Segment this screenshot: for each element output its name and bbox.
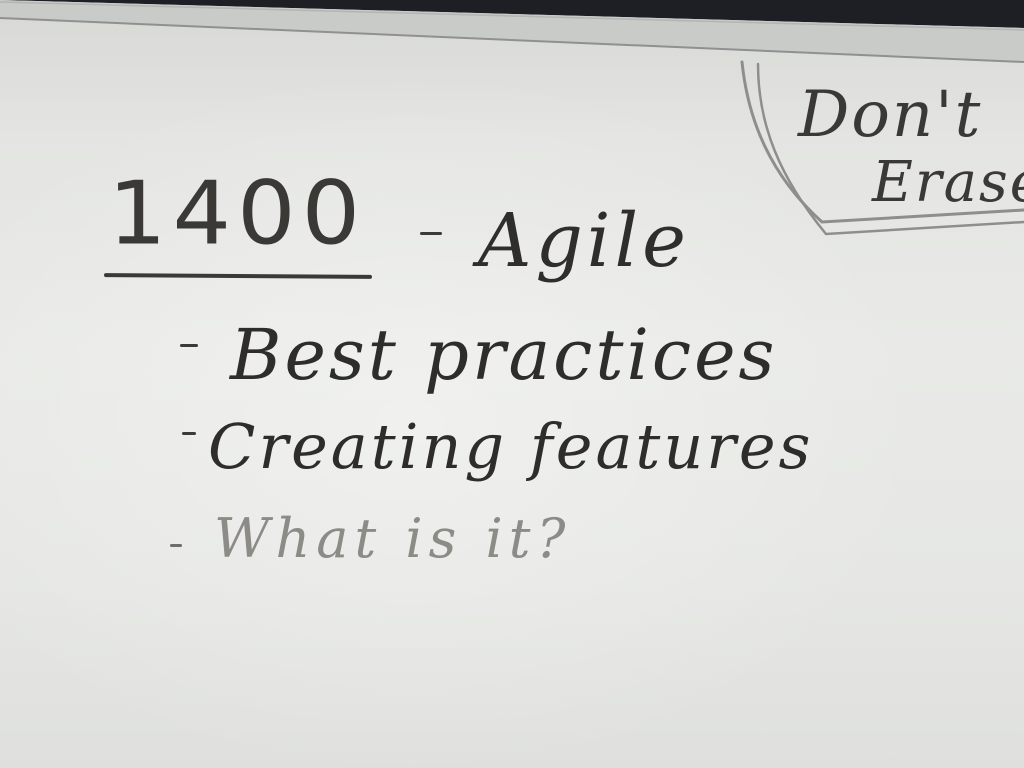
bullet-dash-3 bbox=[170, 544, 182, 547]
bullet-dash-1 bbox=[180, 344, 198, 347]
dont-erase-line1: Don't bbox=[798, 78, 983, 152]
heading-topic: Agile bbox=[478, 198, 690, 284]
bullet-dash-2 bbox=[182, 432, 196, 435]
dont-erase-note: Don't Erase bbox=[790, 78, 1024, 218]
bullet-creating-features: Creating features bbox=[208, 410, 814, 483]
bullet-what-is-it: What is it? bbox=[214, 507, 572, 570]
heading-number: 1400 bbox=[108, 162, 367, 265]
bullet-best-practices: Best practices bbox=[230, 314, 778, 396]
heading-dash bbox=[420, 232, 442, 235]
dont-erase-line2: Erase bbox=[872, 150, 1024, 215]
whiteboard-photo: 1400 Agile Best practices Creating featu… bbox=[0, 0, 1024, 768]
